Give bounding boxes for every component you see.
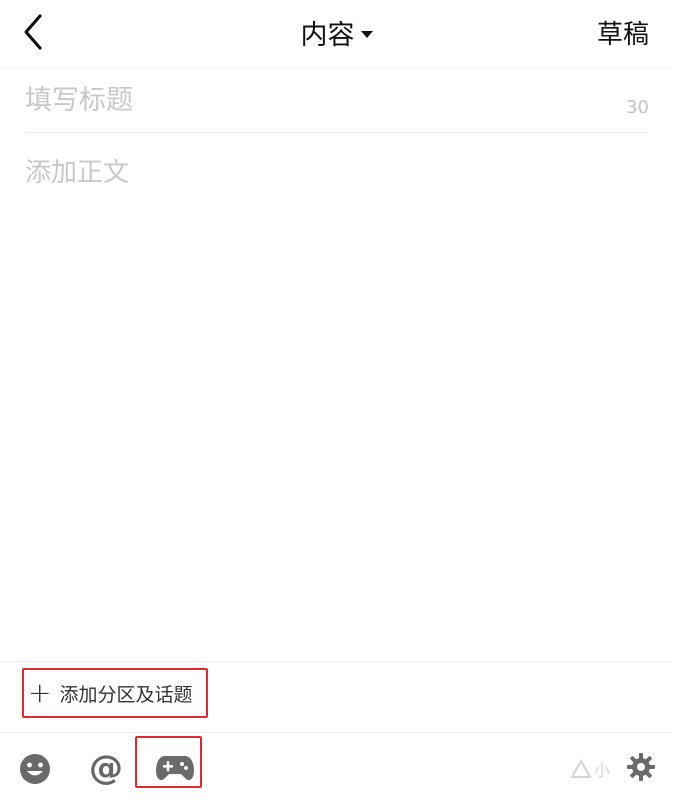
settings-button[interactable]: [626, 752, 656, 782]
title-row: 30: [25, 70, 649, 133]
gear-icon: [627, 753, 655, 781]
game-button[interactable]: [155, 750, 195, 786]
header-title-area: 内容: [0, 13, 673, 53]
watermark-logo-icon: [570, 759, 592, 778]
body-input[interactable]: [25, 152, 645, 642]
gamepad-icon: [156, 756, 194, 781]
header-bar: 内容 草稿: [0, 0, 673, 69]
caret-down-icon: [360, 30, 373, 38]
title-char-counter: 30: [626, 97, 649, 118]
content-type-dropdown[interactable]: 内容: [301, 13, 373, 52]
topic-bar: + 添加分区及话题: [0, 661, 673, 733]
watermark-text: 小: [594, 761, 611, 780]
title-input[interactable]: [25, 82, 585, 118]
add-section-topic-label: 添加分区及话题: [59, 683, 193, 706]
page-title: 内容: [300, 20, 355, 51]
add-section-topic-button[interactable]: + 添加分区及话题: [22, 668, 208, 718]
emoji-button[interactable]: [18, 752, 52, 786]
draft-button[interactable]: 草稿: [597, 14, 649, 51]
bottom-toolbar: @ 小: [0, 732, 673, 801]
at-icon: @: [89, 748, 123, 788]
mention-button[interactable]: @: [86, 748, 126, 788]
watermark: 小: [570, 758, 622, 780]
plus-icon: +: [28, 676, 52, 709]
emoji-icon: [20, 754, 50, 784]
